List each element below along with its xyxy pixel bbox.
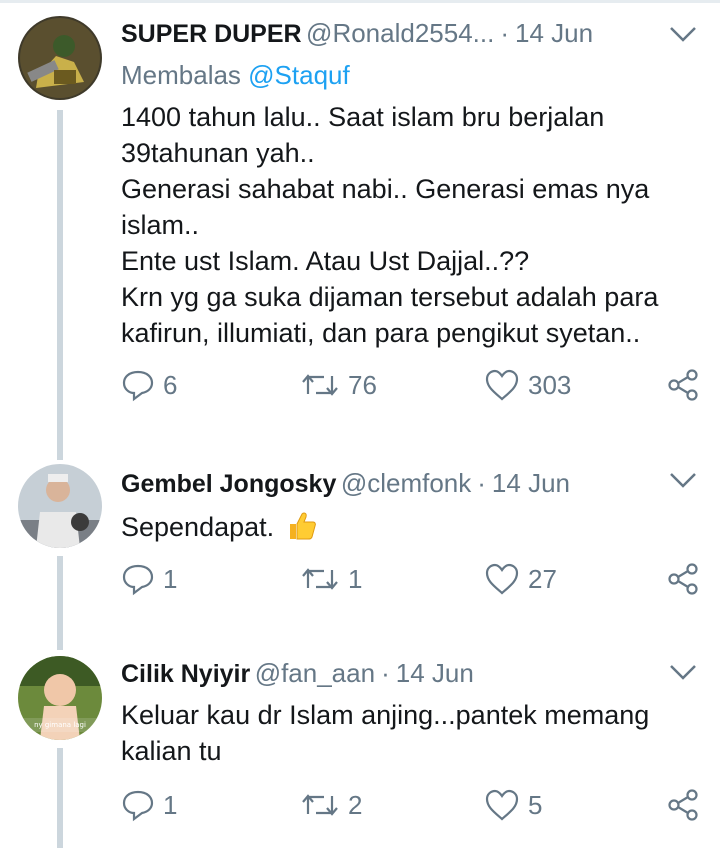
- retweet-button[interactable]: 76: [300, 368, 377, 402]
- retweet-icon: [302, 794, 338, 816]
- reply-count: 1: [163, 789, 178, 820]
- retweet-icon: [302, 568, 338, 590]
- retweet-count: 1: [348, 563, 363, 594]
- share-icon[interactable]: [666, 788, 700, 822]
- reply-button[interactable]: 1: [121, 788, 177, 822]
- separator-dot: ·: [477, 468, 486, 498]
- tweet-text: Keluar kau dr Islam anjing...pantek mema…: [121, 697, 701, 769]
- tweet-text-content: Sependapat.: [121, 512, 275, 542]
- tweet-text: 1400 tahun lalu.. Saat islam bru berjala…: [121, 99, 701, 351]
- share-icon[interactable]: [666, 368, 700, 402]
- tweet-date[interactable]: 14 Jun: [396, 658, 474, 688]
- avatar[interactable]: [18, 464, 102, 548]
- action-bar: 1 2 5: [0, 788, 720, 828]
- like-count: 5: [528, 789, 543, 820]
- tweet-date[interactable]: 14 Jun: [515, 18, 593, 48]
- chevron-down-icon[interactable]: [668, 24, 698, 46]
- retweet-button[interactable]: 2: [300, 788, 362, 822]
- tweet-text-line: 1400 tahun lalu.. Saat islam bru berjala…: [121, 102, 605, 132]
- reply-button[interactable]: 1: [121, 562, 177, 596]
- tweet-header: SUPER DUPER @Ronald2554... · 14 Jun: [121, 18, 660, 58]
- reply-button[interactable]: 6: [121, 368, 177, 402]
- tweet-text-line: Ente ust Islam. Atau Ust Dajjal..??: [121, 246, 530, 276]
- retweet-count: 76: [348, 369, 377, 400]
- reply-context: Membalas @Staquf: [121, 60, 350, 91]
- tweet-3[interactable]: ny gimana lagi Cilik Nyiyir @fan_aan · 14 …: [0, 650, 720, 848]
- tweet-header: Gembel Jongosky @clemfonk · 14 Jun: [121, 468, 660, 508]
- tweet-text-line: Generasi sahabat nabi.. Generasi emas ny…: [121, 174, 650, 204]
- avatar[interactable]: ny gimana lagi: [18, 656, 102, 740]
- tweet-2[interactable]: Gembel Jongosky @clemfonk · 14 Jun Sependa…: [0, 460, 720, 650]
- user-handle[interactable]: @Ronald2554...: [306, 18, 494, 48]
- avatar-caption: ny gimana lagi: [34, 721, 86, 729]
- display-name[interactable]: SUPER DUPER: [121, 20, 302, 48]
- share-icon[interactable]: [666, 562, 700, 596]
- tweet-text-line: kafirun, illumiati, dan para pengikut sy…: [121, 318, 641, 348]
- action-bar: 6 76 303: [0, 368, 720, 408]
- like-button[interactable]: 5: [484, 788, 542, 822]
- retweet-icon: [302, 374, 338, 396]
- user-handle[interactable]: @clemfonk: [341, 468, 471, 498]
- reply-icon: [122, 564, 154, 596]
- reply-icon: [122, 370, 154, 402]
- user-handle[interactable]: @fan_aan: [255, 658, 375, 688]
- reply-count: 6: [163, 369, 178, 400]
- like-count: 27: [528, 563, 557, 594]
- tweet-text-line: Krn yg ga suka dijaman tersebut adalah p…: [121, 282, 659, 312]
- heart-icon: [485, 563, 519, 595]
- chevron-down-icon[interactable]: [668, 470, 698, 492]
- chevron-down-icon[interactable]: [668, 662, 698, 684]
- separator-dot: ·: [381, 658, 390, 688]
- tweet-text: Sependapat.: [121, 508, 701, 545]
- reply-mention[interactable]: @Staquf: [248, 60, 350, 90]
- like-count: 303: [528, 369, 572, 400]
- reply-icon: [122, 790, 154, 822]
- tweet-text-line: Keluar kau dr Islam anjing...pantek mema…: [121, 700, 650, 730]
- like-button[interactable]: 27: [484, 562, 557, 596]
- reply-prefix: Membalas: [121, 60, 249, 90]
- display-name[interactable]: Gembel Jongosky: [121, 470, 336, 498]
- display-name[interactable]: Cilik Nyiyir: [121, 660, 250, 688]
- separator-dot: ·: [500, 18, 510, 48]
- action-bar: 1 1 27: [0, 562, 720, 602]
- tweet-text-line: Sependapat.: [121, 508, 701, 545]
- avatar[interactable]: [18, 16, 102, 100]
- tweet-1[interactable]: SUPER DUPER @Ronald2554... · 14 Jun Membal…: [0, 0, 720, 460]
- tweet-header: Cilik Nyiyir @fan_aan · 14 Jun: [121, 658, 660, 698]
- tweet-text-line: kalian tu: [121, 736, 222, 766]
- heart-icon: [485, 369, 519, 401]
- heart-icon: [485, 789, 519, 821]
- retweet-count: 2: [348, 789, 363, 820]
- tweet-text-line: islam..: [121, 210, 200, 240]
- like-button[interactable]: 303: [484, 368, 571, 402]
- thumbs-up-icon: [290, 512, 317, 540]
- tweet-text-line: 39tahunan yah..: [121, 138, 315, 168]
- tweet-date[interactable]: 14 Jun: [492, 468, 570, 498]
- retweet-button[interactable]: 1: [300, 562, 362, 596]
- reply-count: 1: [163, 563, 178, 594]
